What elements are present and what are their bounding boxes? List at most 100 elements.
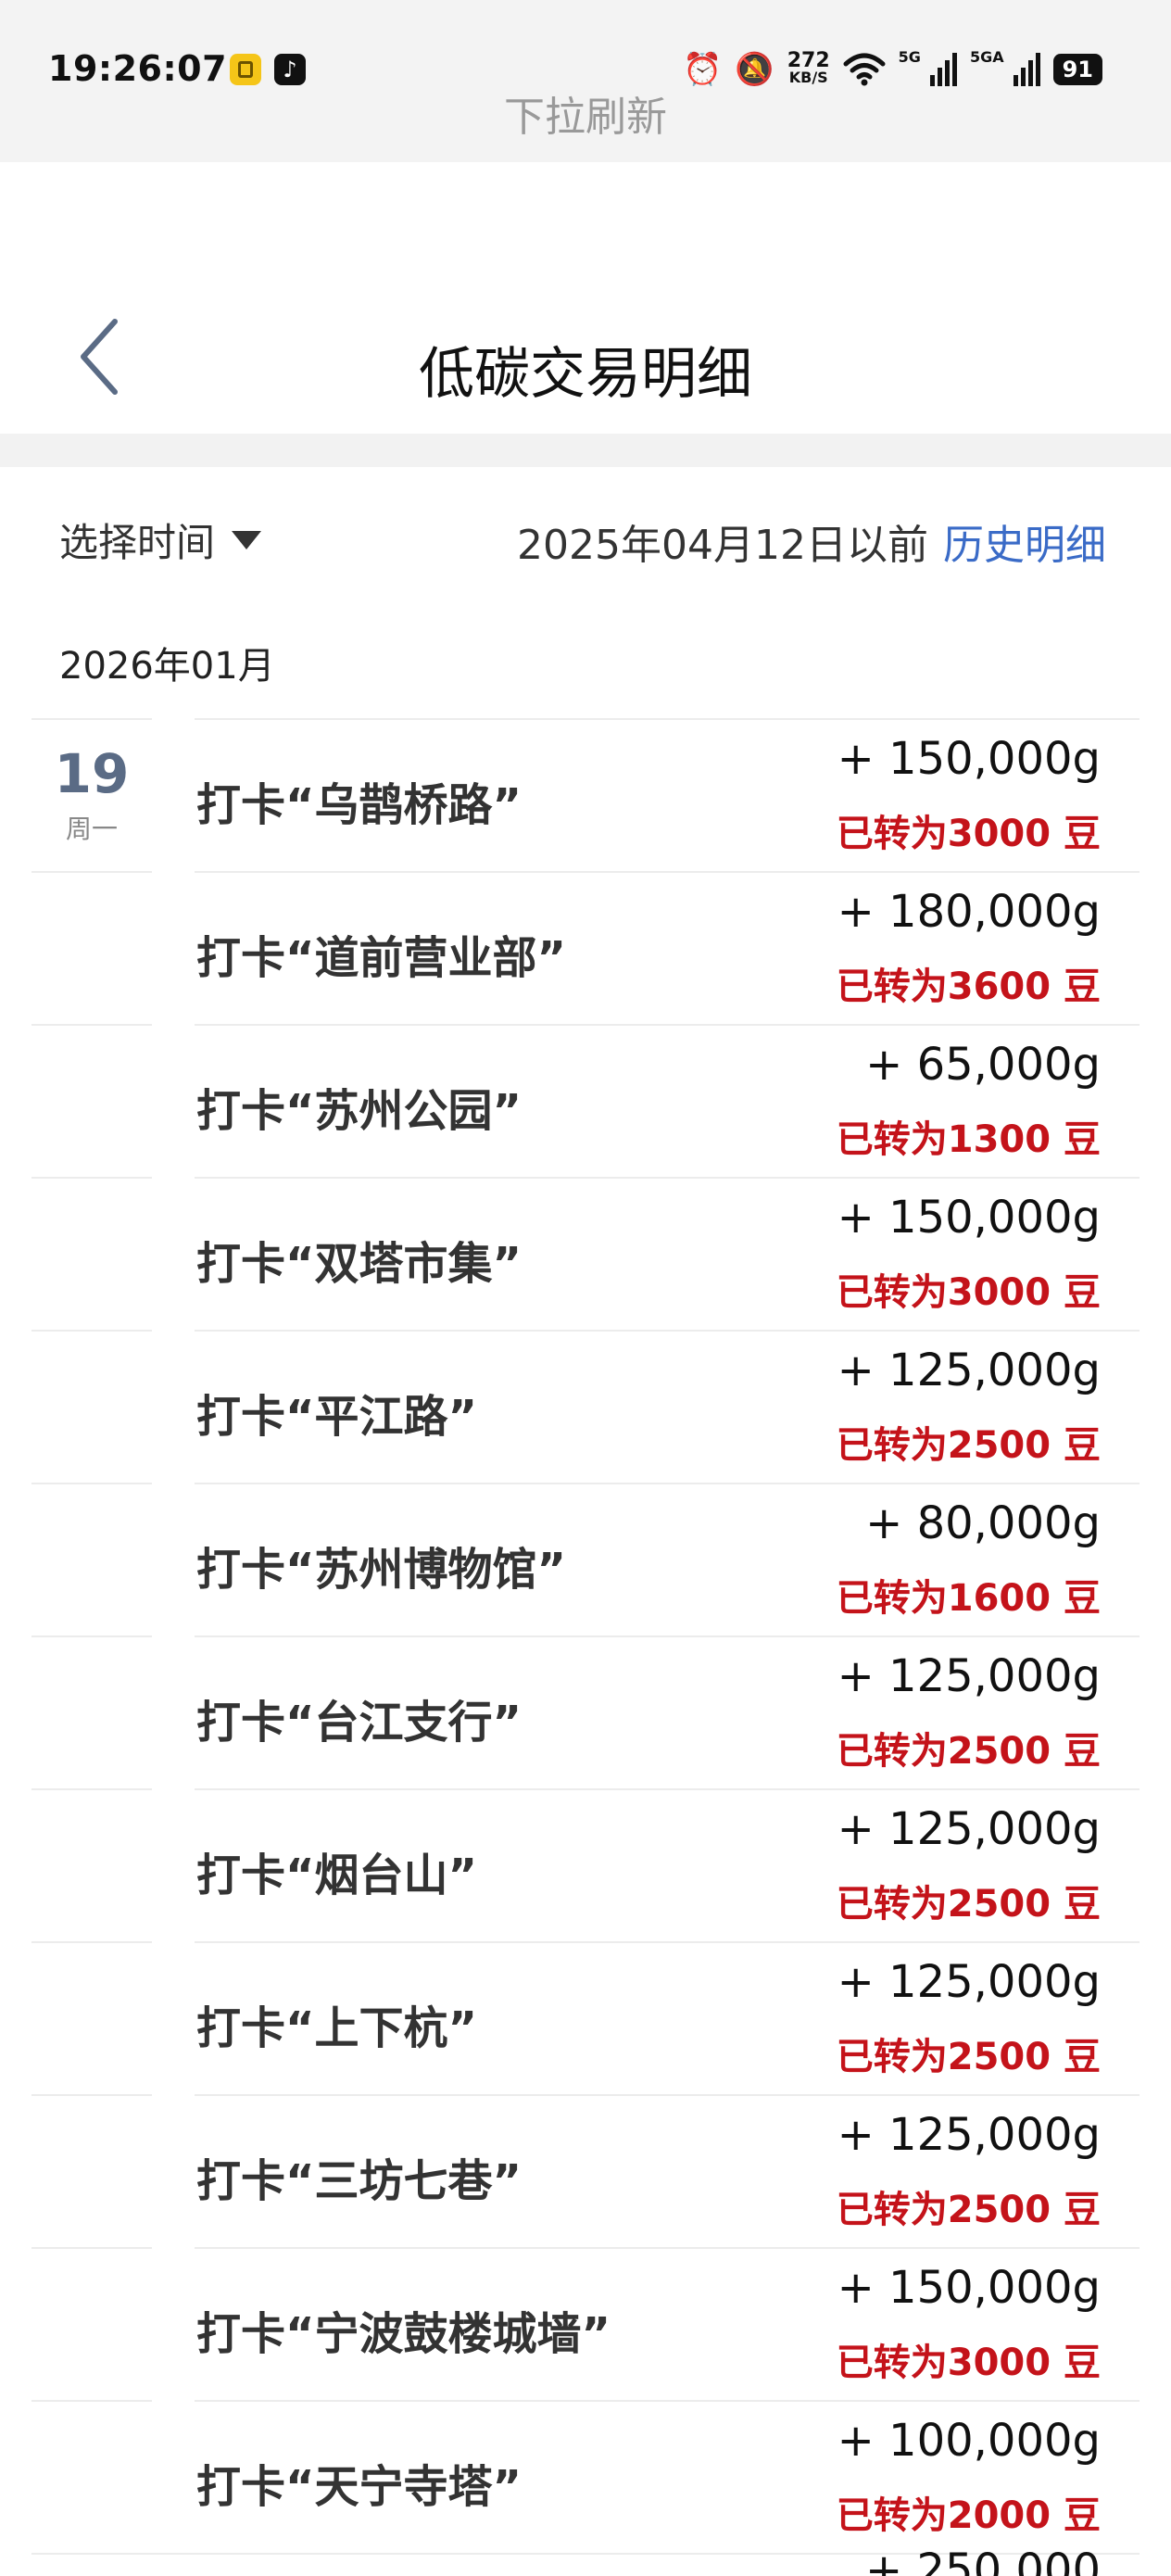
item-amount: + 80,000g	[865, 1497, 1101, 1549]
item-amount: + 125,000g	[837, 1803, 1101, 1855]
divider	[31, 1177, 152, 1179]
item-title: 打卡“上下杭”	[196, 2002, 478, 2054]
divider	[31, 1788, 152, 1790]
item-beans: 已转为1600 豆	[836, 1577, 1101, 1620]
list-item[interactable]: 打卡“道前营业部” + 180,000g 已转为3600 豆	[0, 871, 1171, 1024]
item-beans: 已转为3600 豆	[836, 966, 1101, 1008]
item-beans: 已转为2500 豆	[836, 2189, 1101, 2231]
wifi-icon	[843, 53, 886, 86]
tiktok-icon: ♪	[274, 54, 306, 85]
divider	[195, 1330, 1140, 1332]
divider	[195, 2247, 1140, 2249]
list-item[interactable]: 打卡“三坊七巷” + 125,000g 已转为2500 豆	[0, 2094, 1171, 2247]
divider	[195, 1788, 1140, 1790]
item-amount: + 150,000g	[837, 2262, 1101, 2314]
item-beans: 已转为2000 豆	[836, 2494, 1101, 2537]
item-amount: + 125,000g	[837, 2109, 1101, 2161]
date-note-text: 2025年04月12日以前	[517, 522, 928, 569]
item-beans: 已转为2500 豆	[836, 1424, 1101, 1467]
date-note: 2025年04月12日以前 历史明细	[517, 511, 1106, 571]
item-amount: + 65,000g	[865, 1039, 1101, 1091]
list-item[interactable]: 打卡“宁波鼓楼城墙” + 150,000g 已转为3000 豆	[0, 2247, 1171, 2400]
item-title: 打卡“三坊七巷”	[196, 2155, 523, 2207]
divider	[31, 2400, 152, 2402]
item-title: 打卡“宁波鼓楼城墙”	[196, 2308, 611, 2360]
history-link[interactable]: 历史明细	[943, 511, 1106, 571]
divider	[31, 1635, 152, 1637]
list-item[interactable]: 打卡“烟台山” + 125,000g 已转为2500 豆	[0, 1788, 1171, 1941]
caret-down-icon	[232, 530, 262, 549]
divider	[195, 1177, 1140, 1179]
divider-band	[0, 434, 1171, 467]
item-title: 打卡“天宁寺塔”	[196, 2461, 523, 2513]
signal2-icon	[1013, 53, 1040, 86]
pull-refresh-tip: 下拉刷新	[504, 94, 667, 141]
item-amount: + 125,000g	[837, 1650, 1101, 1702]
divider	[195, 1941, 1140, 1943]
divider	[31, 2247, 152, 2249]
list-item[interactable]: 打卡“台江支行” + 125,000g 已转为2500 豆	[0, 1635, 1171, 1788]
item-amount: + 150,000g	[837, 733, 1101, 785]
divider	[31, 1024, 152, 1026]
alarm-icon: ⏰	[683, 51, 723, 88]
day-block: 19 周一	[31, 718, 152, 871]
item-title: 打卡“双塔市集”	[196, 1238, 523, 1290]
list-item[interactable]: 打卡“苏州公园” + 65,000g 已转为1300 豆	[0, 1024, 1171, 1177]
divider	[195, 1635, 1140, 1637]
time-picker[interactable]: 选择时间	[59, 511, 262, 568]
divider	[31, 1483, 152, 1484]
notes-app-icon	[230, 54, 261, 85]
signal-icon	[929, 53, 957, 86]
divider	[195, 1024, 1140, 1026]
divider	[31, 871, 152, 873]
day-weekday: 周一	[65, 814, 118, 844]
list-item[interactable]: 打卡“上下杭” + 125,000g 已转为2500 豆	[0, 1941, 1171, 2094]
signal1-type: 5G	[898, 48, 921, 66]
divider	[31, 2094, 152, 2096]
item-title: 打卡“台江支行”	[196, 1697, 523, 1749]
divider	[195, 2094, 1140, 2096]
divider	[195, 1483, 1140, 1484]
mute-icon: 🔕	[735, 51, 774, 88]
divider	[195, 871, 1140, 873]
item-title: 打卡“苏州公园”	[196, 1085, 523, 1137]
item-beans: 已转为3000 豆	[836, 813, 1101, 855]
item-amount: + 125,000g	[837, 1956, 1101, 2008]
net-speed-value: 272	[787, 49, 830, 72]
transaction-list: 19 周一 打卡“乌鹊桥路” + 150,000g 已转为3000 豆 打卡“道…	[0, 718, 1171, 2576]
day-number: 19	[54, 742, 130, 805]
divider	[31, 1330, 152, 1332]
status-bar: 19:26:07 ♪ ⏰ 🔕 272 KB/S 5G 5GA 91 下拉刷新	[0, 0, 1171, 162]
net-speed: 272 KB/S	[787, 49, 830, 86]
list-item[interactable]: 打卡“天宁寺塔” + 100,000g 已转为2000 豆	[0, 2400, 1171, 2553]
divider	[31, 1941, 152, 1943]
item-title: 打卡“烟台山”	[196, 1850, 478, 1901]
month-label: 2026年01月	[59, 645, 275, 688]
item-amount: + 125,000g	[837, 1345, 1101, 1396]
signal2-type: 5GA	[969, 48, 1004, 66]
list-item[interactable]: 打卡“苏州博物馆” + 80,000g 已转为1600 豆	[0, 1483, 1171, 1635]
time-picker-label: 选择时间	[59, 520, 216, 565]
page-title: 低碳交易明细	[419, 342, 752, 407]
item-amount: + 180,000g	[837, 886, 1101, 938]
divider	[195, 2400, 1140, 2402]
partial-item-amount: + 250,000	[865, 2544, 1101, 2576]
item-beans: 已转为2500 豆	[836, 1883, 1101, 1926]
filter-row: 选择时间 2025年04月12日以前 历史明细	[0, 467, 1171, 606]
item-amount: + 150,000g	[837, 1192, 1101, 1244]
item-beans: 已转为1300 豆	[836, 1118, 1101, 1161]
item-title: 打卡“平江路”	[196, 1391, 478, 1443]
list-item[interactable]: 打卡“平江路” + 125,000g 已转为2500 豆	[0, 1330, 1171, 1483]
item-beans: 已转为3000 豆	[836, 1271, 1101, 1314]
list-item[interactable]: 19 周一 打卡“乌鹊桥路” + 150,000g 已转为3000 豆	[0, 718, 1171, 871]
item-title: 打卡“苏州博物馆”	[196, 1544, 567, 1596]
item-beans: 已转为3000 豆	[836, 2342, 1101, 2384]
item-amount: + 100,000g	[837, 2415, 1101, 2467]
item-beans: 已转为2500 豆	[836, 2036, 1101, 2078]
battery-icon: 91	[1052, 54, 1102, 85]
list-item[interactable]: 打卡“双塔市集” + 150,000g 已转为3000 豆	[0, 1177, 1171, 1330]
item-title: 打卡“乌鹊桥路”	[196, 779, 523, 831]
item-title: 打卡“道前营业部”	[196, 932, 567, 984]
item-beans: 已转为2500 豆	[836, 1730, 1101, 1773]
divider	[195, 718, 1140, 720]
